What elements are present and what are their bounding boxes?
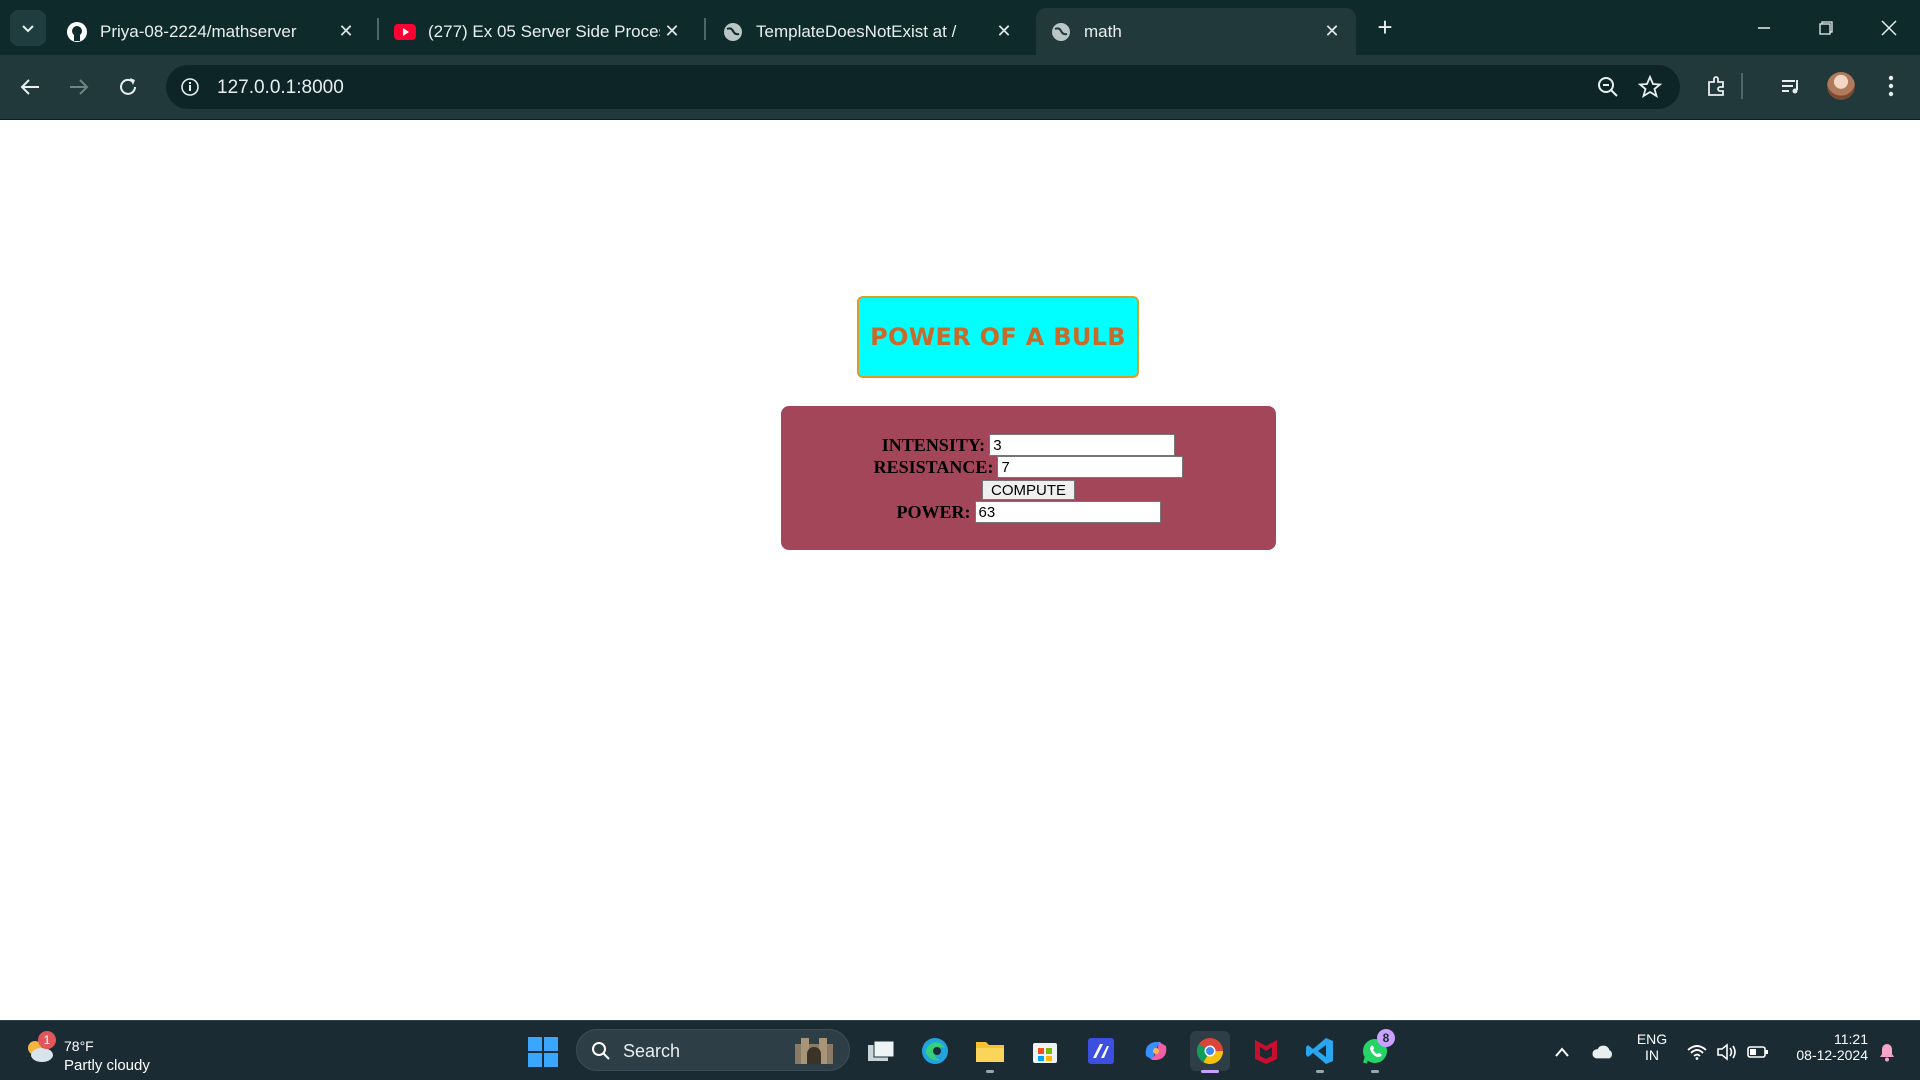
intensity-row: INTENSITY: [781, 434, 1276, 456]
power-row: POWER: [781, 501, 1276, 523]
arrow-left-icon [20, 79, 39, 95]
bookmark-star-icon[interactable] [1637, 74, 1663, 99]
compute-row: COMPUTE [781, 479, 1276, 501]
search-label: Search [623, 1041, 681, 1061]
clock-time: 11:21 [1834, 1031, 1868, 1047]
running-indicator [1371, 1070, 1379, 1073]
zoom-icon[interactable] [1596, 75, 1620, 99]
power-label: POWER: [896, 501, 971, 522]
whatsapp-badge: 8 [1377, 1029, 1395, 1047]
page-heading-box: POWER OF A BULB [857, 296, 1139, 378]
system-clock[interactable]: 11:21 08-12-2024 [1782, 1031, 1868, 1063]
minimize-button[interactable] [1744, 8, 1784, 48]
extensions-icon[interactable] [1704, 73, 1730, 99]
reload-button[interactable] [112, 71, 144, 103]
search-highlight-icon [793, 1036, 835, 1066]
intensity-label: INTENSITY: [881, 434, 986, 455]
tab-title: TemplateDoesNotExist at / [756, 21, 957, 41]
file-explorer-icon[interactable] [970, 1031, 1010, 1073]
toolbar-divider [1741, 73, 1743, 99]
tab-title: (277) Ex 05 Server Side Processi [428, 21, 660, 41]
running-indicator [986, 1070, 994, 1073]
language-code: ENG [1636, 1031, 1668, 1047]
new-tab-button[interactable]: + [1370, 12, 1400, 42]
intensity-input[interactable] [989, 434, 1176, 456]
clock-date: 08-12-2024 [1796, 1047, 1868, 1063]
url-text[interactable]: 127.0.0.1:8000 [217, 77, 344, 99]
page-title: POWER OF A BULB [870, 323, 1126, 351]
vscode-icon[interactable] [1300, 1031, 1340, 1073]
tab-strip: Priya-08-2224/mathserver ✕ (277) Ex 05 S… [0, 0, 1920, 55]
tab-youtube[interactable]: (277) Ex 05 Server Side Processi ✕ [380, 8, 696, 55]
reload-icon [120, 78, 136, 95]
close-icon[interactable]: ✕ [1320, 20, 1344, 44]
weather-condition: Partly cloudy [64, 1057, 150, 1074]
resistance-input[interactable] [997, 456, 1184, 478]
tab-template-error[interactable]: TemplateDoesNotExist at / ✕ [708, 8, 1028, 55]
chevron-up-icon[interactable] [1551, 1041, 1573, 1063]
globe-icon [722, 21, 744, 43]
browser-toolbar: 127.0.0.1:8000 [0, 55, 1920, 120]
mcafee-icon[interactable] [1246, 1031, 1286, 1071]
wifi-icon[interactable] [1686, 1041, 1708, 1063]
restore-button[interactable] [1806, 8, 1846, 48]
ai-app-icon[interactable] [1081, 1031, 1121, 1071]
github-icon [66, 21, 88, 43]
chrome-icon[interactable] [1190, 1031, 1230, 1073]
volume-icon[interactable] [1716, 1041, 1738, 1063]
battery-icon[interactable] [1747, 1041, 1769, 1063]
media-control-icon[interactable] [1778, 73, 1804, 99]
restore-icon [1819, 21, 1833, 35]
microsoft-store-icon[interactable] [1025, 1031, 1065, 1071]
running-indicator [1316, 1070, 1324, 1073]
region-code: IN [1645, 1047, 1659, 1063]
power-calculator-form: INTENSITY: RESISTANCE: COMPUTE POWER: [781, 406, 1276, 550]
tab-title: math [1084, 21, 1122, 41]
weather-widget[interactable]: 1 78°F Partly cloudy [20, 1029, 200, 1074]
weather-temp: 78°F [64, 1038, 94, 1054]
tab-title: Priya-08-2224/mathserver [100, 21, 297, 41]
notification-bell-icon[interactable] [1876, 1041, 1898, 1063]
close-icon[interactable]: ✕ [992, 20, 1016, 44]
tab-divider [704, 18, 706, 40]
tab-divider [377, 18, 379, 40]
address-bar[interactable]: 127.0.0.1:8000 [166, 65, 1680, 109]
search-icon [591, 1041, 611, 1061]
compute-button[interactable]: COMPUTE [982, 480, 1075, 500]
tab-math[interactable]: math ✕ [1036, 8, 1356, 55]
onedrive-cloud-icon[interactable] [1592, 1041, 1614, 1063]
back-button[interactable] [14, 71, 46, 103]
youtube-icon [394, 21, 416, 43]
start-button[interactable] [528, 1037, 558, 1067]
task-view-icon[interactable] [861, 1031, 901, 1071]
windows-taskbar: 1 78°F Partly cloudy Search 8 ENG IN 11:… [0, 1020, 1920, 1080]
copilot-icon[interactable] [1136, 1031, 1176, 1071]
close-icon [1881, 20, 1897, 36]
tab-search-button[interactable] [10, 10, 46, 46]
language-indicator[interactable]: ENG IN [1630, 1031, 1674, 1063]
weather-badge: 1 [38, 1031, 56, 1049]
whatsapp-icon[interactable]: 8 [1355, 1029, 1395, 1073]
close-icon[interactable]: ✕ [660, 20, 684, 44]
chevron-down-icon [22, 25, 34, 33]
resistance-label: RESISTANCE: [873, 456, 994, 477]
site-info-icon[interactable] [178, 75, 202, 99]
running-indicator [1201, 1070, 1219, 1073]
power-output[interactable] [974, 501, 1161, 523]
forward-button[interactable] [63, 71, 95, 103]
tab-mathserver[interactable]: Priya-08-2224/mathserver ✕ [52, 8, 370, 55]
resistance-row: RESISTANCE: [781, 456, 1276, 478]
menu-kebab-icon[interactable] [1878, 73, 1904, 99]
taskbar-search[interactable]: Search [576, 1029, 850, 1071]
globe-icon [1050, 21, 1072, 43]
arrow-right-icon [70, 79, 89, 95]
edge-browser-icon[interactable] [915, 1031, 955, 1071]
close-window-button[interactable] [1869, 8, 1909, 48]
close-icon[interactable]: ✕ [334, 20, 358, 44]
profile-avatar[interactable] [1827, 72, 1855, 100]
minimize-icon [1758, 27, 1770, 29]
